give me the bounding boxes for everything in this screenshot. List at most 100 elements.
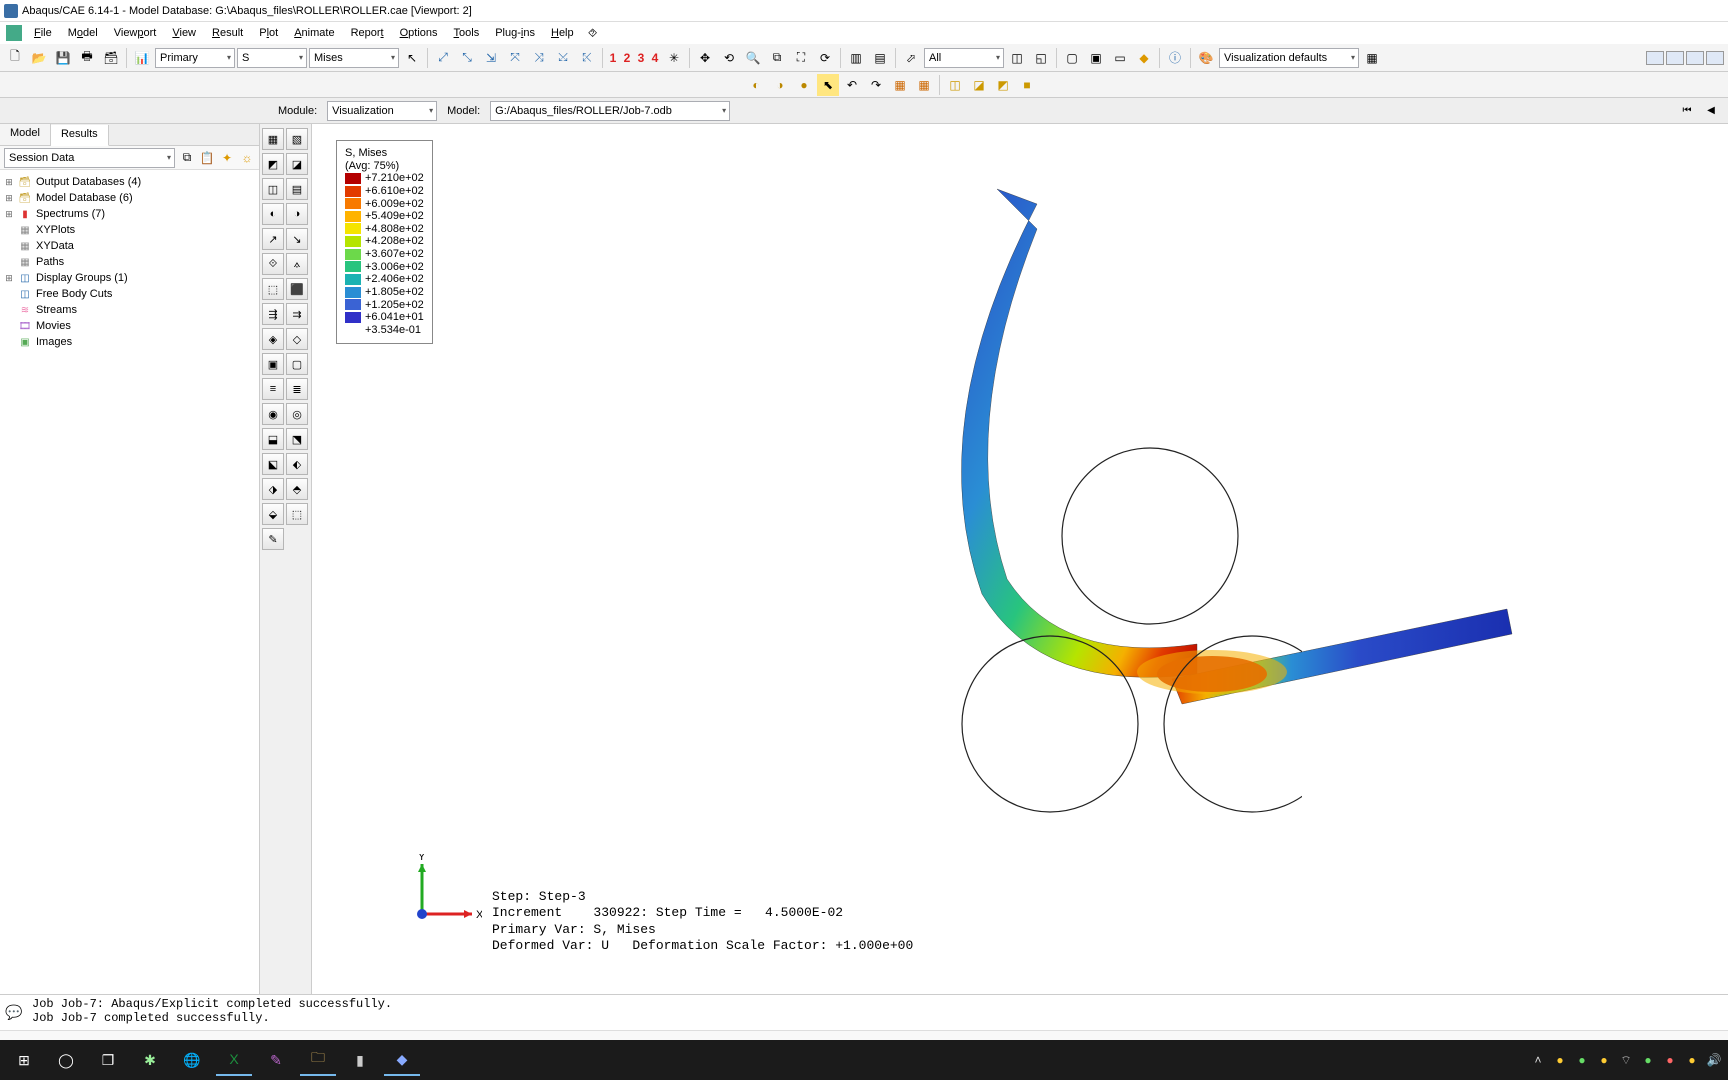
tree-item[interactable]: ⊞ 🗃 Model Database (6): [2, 190, 257, 206]
layout-4[interactable]: [1706, 51, 1724, 65]
output-var-combo[interactable]: S: [237, 48, 307, 68]
layout-1[interactable]: [1646, 51, 1664, 65]
toolbox-button[interactable]: ✎: [262, 528, 284, 550]
toolbox-button[interactable]: ▣: [262, 353, 284, 375]
app-terminal-icon[interactable]: ▮: [342, 1044, 378, 1076]
toolbox-button[interactable]: ▤: [286, 178, 308, 200]
toolbox-button[interactable]: ▧: [286, 128, 308, 150]
render-1-icon[interactable]: ◐: [745, 74, 767, 96]
toolbox-button[interactable]: ⬖: [286, 453, 308, 475]
toolbox-button[interactable]: ⬗: [262, 478, 284, 500]
coord-yz-icon[interactable]: ⤨: [528, 47, 550, 69]
box-wire-icon[interactable]: ◫: [944, 74, 966, 96]
tree-item[interactable]: ⊞ ◫ Display Groups (1): [2, 270, 257, 286]
render-3-icon[interactable]: ●: [793, 74, 815, 96]
grid2-icon[interactable]: ▤: [869, 47, 891, 69]
toolbox-button[interactable]: ⇉: [286, 303, 308, 325]
tree-item[interactable]: ⊞ ▮ Spectrums (7): [2, 206, 257, 222]
coord-z-icon[interactable]: ⇲: [480, 47, 502, 69]
tree-item[interactable]: ▣ Images: [2, 334, 257, 350]
toolbox-button[interactable]: ⬘: [286, 478, 308, 500]
new-icon[interactable]: 🗋: [4, 47, 26, 69]
tray-chat-icon[interactable]: ●: [1640, 1052, 1656, 1068]
app-explorer-icon[interactable]: 🗀: [300, 1044, 336, 1076]
toolbox-button[interactable]: ◇: [286, 328, 308, 350]
color-scheme-combo[interactable]: Visualization defaults: [1219, 48, 1359, 68]
triad-icon[interactable]: ✳: [663, 47, 685, 69]
coord-x-icon[interactable]: ⤢: [432, 47, 454, 69]
pick-icon[interactable]: ⬀: [900, 47, 922, 69]
zoom-box-icon[interactable]: ⧉: [766, 47, 788, 69]
module-combo[interactable]: Visualization: [327, 101, 437, 121]
box-shaded-icon[interactable]: ◩: [992, 74, 1014, 96]
app-excel-icon[interactable]: X: [216, 1044, 252, 1076]
layout-3[interactable]: [1686, 51, 1704, 65]
tree-item[interactable]: ≋ Streams: [2, 302, 257, 318]
tree-item[interactable]: 🎞 Movies: [2, 318, 257, 334]
menu-report[interactable]: Report: [343, 25, 392, 41]
coord-y-icon[interactable]: ⤡: [456, 47, 478, 69]
viewport[interactable]: S, Mises (Avg: 75%) +7.210e+02+6.610e+02…: [312, 124, 1728, 994]
tree-toggle-icon[interactable]: ⊞: [4, 193, 14, 204]
tree-item[interactable]: ▦ Paths: [2, 254, 257, 270]
tree-copy-icon[interactable]: ⧉: [179, 150, 195, 166]
toolbox-button[interactable]: ▢: [286, 353, 308, 375]
toolbox-button[interactable]: ≡: [262, 378, 284, 400]
menu-viewport[interactable]: Viewport: [106, 25, 165, 41]
toolbox-button[interactable]: ◫: [262, 178, 284, 200]
shell-icon[interactable]: ▢: [1061, 47, 1083, 69]
menu-result[interactable]: Result: [204, 25, 251, 41]
toolbox-button[interactable]: ◩: [262, 153, 284, 175]
tree-filter-icon[interactable]: ✦: [219, 150, 235, 166]
toolbox-button[interactable]: ◉: [262, 403, 284, 425]
tray-2-icon[interactable]: ●: [1574, 1052, 1590, 1068]
coord-iso-icon[interactable]: ⤪: [576, 47, 598, 69]
tree-toggle-icon[interactable]: ⊞: [4, 273, 14, 284]
calc-icon[interactable]: ▦: [889, 74, 911, 96]
menu-plot[interactable]: Plot: [251, 25, 286, 41]
redo-icon[interactable]: ↷: [865, 74, 887, 96]
toolbox-button[interactable]: ⬙: [262, 503, 284, 525]
app-fan-icon[interactable]: ✱: [132, 1044, 168, 1076]
info-icon[interactable]: ⓘ: [1164, 47, 1186, 69]
tab-results[interactable]: Results: [51, 125, 109, 146]
tray-6-icon[interactable]: ●: [1684, 1052, 1700, 1068]
menu-model[interactable]: Model: [60, 25, 106, 41]
toolbox-button[interactable]: ⇶: [262, 303, 284, 325]
rotate-icon[interactable]: ⟲: [718, 47, 740, 69]
coord-xz-icon[interactable]: ⤩: [552, 47, 574, 69]
toolbox-button[interactable]: ◐: [262, 203, 284, 225]
pan-icon[interactable]: ✥: [694, 47, 716, 69]
tray-5-icon[interactable]: ●: [1662, 1052, 1678, 1068]
box-hidden-icon[interactable]: ◪: [968, 74, 990, 96]
zoom-icon[interactable]: 🔍: [742, 47, 764, 69]
toolbox-button[interactable]: ⬓: [262, 428, 284, 450]
arrow-icon[interactable]: ↖: [401, 47, 423, 69]
sel-opt2-icon[interactable]: ◱: [1030, 47, 1052, 69]
sel-opt1-icon[interactable]: ◫: [1006, 47, 1028, 69]
toolbox-button[interactable]: ⬚: [286, 503, 308, 525]
tree-toggle-icon[interactable]: ⊞: [4, 177, 14, 188]
solid-icon[interactable]: ▣: [1085, 47, 1107, 69]
app-browser-icon[interactable]: 🌐: [174, 1044, 210, 1076]
toolbox-button[interactable]: ⟐: [262, 253, 284, 275]
toolbox-button[interactable]: ⟑: [286, 253, 308, 275]
search-icon[interactable]: ◯: [48, 1044, 84, 1076]
menu-file[interactable]: File: [26, 25, 60, 41]
app-abaqus-icon[interactable]: ◆: [384, 1044, 420, 1076]
toolbox-button[interactable]: ◎: [286, 403, 308, 425]
tray-3-icon[interactable]: ●: [1596, 1052, 1612, 1068]
tab-model[interactable]: Model: [0, 124, 51, 145]
save-icon[interactable]: 💾: [52, 47, 74, 69]
tray-1-icon[interactable]: ●: [1552, 1052, 1568, 1068]
session-data-combo[interactable]: Session Data: [4, 148, 175, 168]
tree-item[interactable]: ▦ XYData: [2, 238, 257, 254]
taskview-icon[interactable]: ❐: [90, 1044, 126, 1076]
pick-arrow-icon[interactable]: ⬉: [817, 74, 839, 96]
menu-animate[interactable]: Animate: [286, 25, 342, 41]
tray-volume-icon[interactable]: 🔊: [1706, 1052, 1722, 1068]
fit-icon[interactable]: ⛶: [790, 47, 812, 69]
tree-toggle-icon[interactable]: ⊞: [4, 209, 14, 220]
toolbox-button[interactable]: ◈: [262, 328, 284, 350]
view-3[interactable]: 3: [635, 47, 647, 69]
